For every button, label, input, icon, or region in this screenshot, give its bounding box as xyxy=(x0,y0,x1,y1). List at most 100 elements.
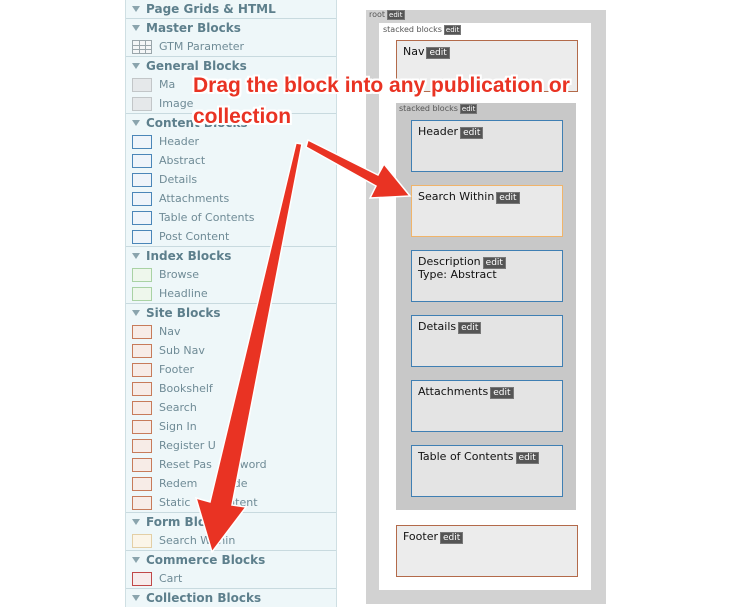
palette-item-redeem-code[interactable]: Redem Code xyxy=(126,474,336,493)
collapse-triangle-icon[interactable] xyxy=(132,6,140,12)
block-swatch-icon xyxy=(132,191,152,206)
stacked-blocks-outer-tag: stacked blocks edit xyxy=(383,25,462,35)
details-block[interactable]: Details edit xyxy=(411,315,563,367)
block-swatch-icon xyxy=(132,476,152,491)
nav-block-label: Nav xyxy=(403,45,425,58)
palette-item-cart[interactable]: Cart xyxy=(126,569,336,588)
collapse-triangle-icon[interactable] xyxy=(132,595,140,601)
palette-item-sub-nav[interactable]: Sub Nav xyxy=(126,341,336,360)
palette-item-label: Image xyxy=(159,97,194,110)
palette-item-table-of-contents[interactable]: Table of Contents xyxy=(126,208,336,227)
section-site-blocks[interactable]: Site Blocks Nav Sub Nav Footer Bookshelf… xyxy=(126,303,336,512)
block-swatch-icon xyxy=(132,134,152,149)
collapse-triangle-icon[interactable] xyxy=(132,557,140,563)
attachments-edit-button[interactable]: edit xyxy=(490,387,514,399)
palette-item-headline[interactable]: Headline xyxy=(126,284,336,303)
palette-item-details[interactable]: Details xyxy=(126,170,336,189)
palette-item-sign-in[interactable]: Sign In xyxy=(126,417,336,436)
palette-item-label-tail: Code xyxy=(219,477,248,490)
block-swatch-icon xyxy=(132,343,152,358)
table-of-contents-edit-button[interactable]: edit xyxy=(515,452,539,464)
block-swatch-icon xyxy=(132,381,152,396)
section-index-blocks[interactable]: Index Blocks Browse Headline xyxy=(126,246,336,303)
section-header[interactable]: Site Blocks xyxy=(126,304,336,322)
palette-item-reset-password[interactable]: Reset Pas sword xyxy=(126,455,336,474)
section-content-blocks[interactable]: Content Blocks Header Abstract Details A… xyxy=(126,113,336,246)
table-of-contents-block[interactable]: Table of Contents edit xyxy=(411,445,563,497)
block-swatch-icon xyxy=(132,77,152,92)
caption-line-2: collection xyxy=(193,105,292,128)
block-swatch-icon xyxy=(132,571,152,586)
section-header[interactable]: Master Blocks xyxy=(126,19,336,37)
palette-item-label: GTM Parameter xyxy=(159,40,245,53)
section-collection-blocks[interactable]: Collection Blocks xyxy=(126,588,336,607)
block-label: Details xyxy=(418,320,457,333)
block-label: Table of Contents xyxy=(418,450,514,463)
section-header[interactable]: Collection Blocks xyxy=(126,589,336,607)
block-swatch-icon xyxy=(132,457,152,472)
section-header[interactable]: Form Blocks xyxy=(126,513,336,531)
section-commerce-blocks[interactable]: Commerce Blocks Cart xyxy=(126,550,336,588)
section-master-blocks[interactable]: Master Blocks GTM Parameter xyxy=(126,18,336,56)
block-swatch-icon xyxy=(132,229,152,244)
block-swatch-icon xyxy=(132,362,152,377)
section-title: Page Grids & HTML xyxy=(146,2,276,16)
palette-item-nav[interactable]: Nav xyxy=(126,322,336,341)
caption-line-1: Drag the block into any publication or xyxy=(193,74,570,97)
section-page-grids[interactable]: Page Grids & HTML xyxy=(126,0,336,18)
block-swatch-icon xyxy=(132,324,152,339)
palette-item-abstract[interactable]: Abstract xyxy=(126,151,336,170)
block-label: Description xyxy=(418,255,481,268)
section-form-blocks[interactable]: Form Blocks Search Within xyxy=(126,512,336,550)
palette-item-gtm-parameter[interactable]: GTM Parameter xyxy=(126,37,336,56)
search-within-block[interactable]: Search Within edit xyxy=(411,185,563,237)
palette-item-label: Bookshelf xyxy=(159,382,213,395)
palette-item-label: Abstract xyxy=(159,154,206,167)
collapse-triangle-icon[interactable] xyxy=(132,25,140,31)
section-title: Master Blocks xyxy=(146,21,241,35)
block-swatch-icon xyxy=(132,400,152,415)
collapse-triangle-icon[interactable] xyxy=(132,63,140,69)
palette-item-header[interactable]: Header xyxy=(126,132,336,151)
collapse-triangle-icon[interactable] xyxy=(132,310,140,316)
stacked-blocks-edit-button[interactable]: edit xyxy=(443,25,462,35)
block-swatch-icon xyxy=(132,286,152,301)
palette-item-post-content[interactable]: Post Content xyxy=(126,227,336,246)
block-swatch-icon xyxy=(132,96,152,111)
section-header[interactable]: Commerce Blocks xyxy=(126,551,336,569)
attachments-block[interactable]: Attachments edit xyxy=(411,380,563,432)
palette-item-label: Browse xyxy=(159,268,200,281)
block-swatch-icon xyxy=(132,267,152,282)
search-within-edit-button[interactable]: edit xyxy=(496,192,520,204)
block-swatch-icon xyxy=(132,495,152,510)
stacked-blocks-label: stacked blocks xyxy=(383,25,442,34)
palette-item-register[interactable]: Register U xyxy=(126,436,336,455)
collapse-triangle-icon[interactable] xyxy=(132,253,140,259)
details-edit-button[interactable]: edit xyxy=(458,322,482,334)
footer-block[interactable]: Footer edit xyxy=(396,525,578,577)
palette-item-label: Headline xyxy=(159,287,208,300)
root-label: root xyxy=(369,10,386,19)
palette-item-label: Nav xyxy=(159,325,181,338)
collapse-triangle-icon[interactable] xyxy=(132,120,140,126)
section-header[interactable]: Index Blocks xyxy=(126,247,336,265)
palette-item-browse[interactable]: Browse xyxy=(126,265,336,284)
palette-item-label: Table of Contents xyxy=(159,211,255,224)
palette-item-search[interactable]: Search xyxy=(126,398,336,417)
palette-item-label: Register U xyxy=(159,439,216,452)
root-tag: root edit xyxy=(369,10,405,20)
section-title: Index Blocks xyxy=(146,249,232,263)
root-edit-button[interactable]: edit xyxy=(387,10,405,20)
palette-item-bookshelf[interactable]: Bookshelf xyxy=(126,379,336,398)
nav-edit-button[interactable]: edit xyxy=(426,47,450,59)
palette-item-search-within[interactable]: Search Within xyxy=(126,531,336,550)
block-label: Attachments xyxy=(418,385,489,398)
palette-item-attachments[interactable]: Attachments xyxy=(126,189,336,208)
palette-item-label: Reset Pas xyxy=(159,458,212,471)
palette-item-static-content[interactable]: Static ontent xyxy=(126,493,336,512)
palette-item-footer[interactable]: Footer xyxy=(126,360,336,379)
footer-edit-button[interactable]: edit xyxy=(440,532,464,544)
collapse-triangle-icon[interactable] xyxy=(132,519,140,525)
description-block[interactable]: Description edit Type: Abstract xyxy=(411,250,563,302)
section-header[interactable]: Page Grids & HTML xyxy=(126,0,336,18)
